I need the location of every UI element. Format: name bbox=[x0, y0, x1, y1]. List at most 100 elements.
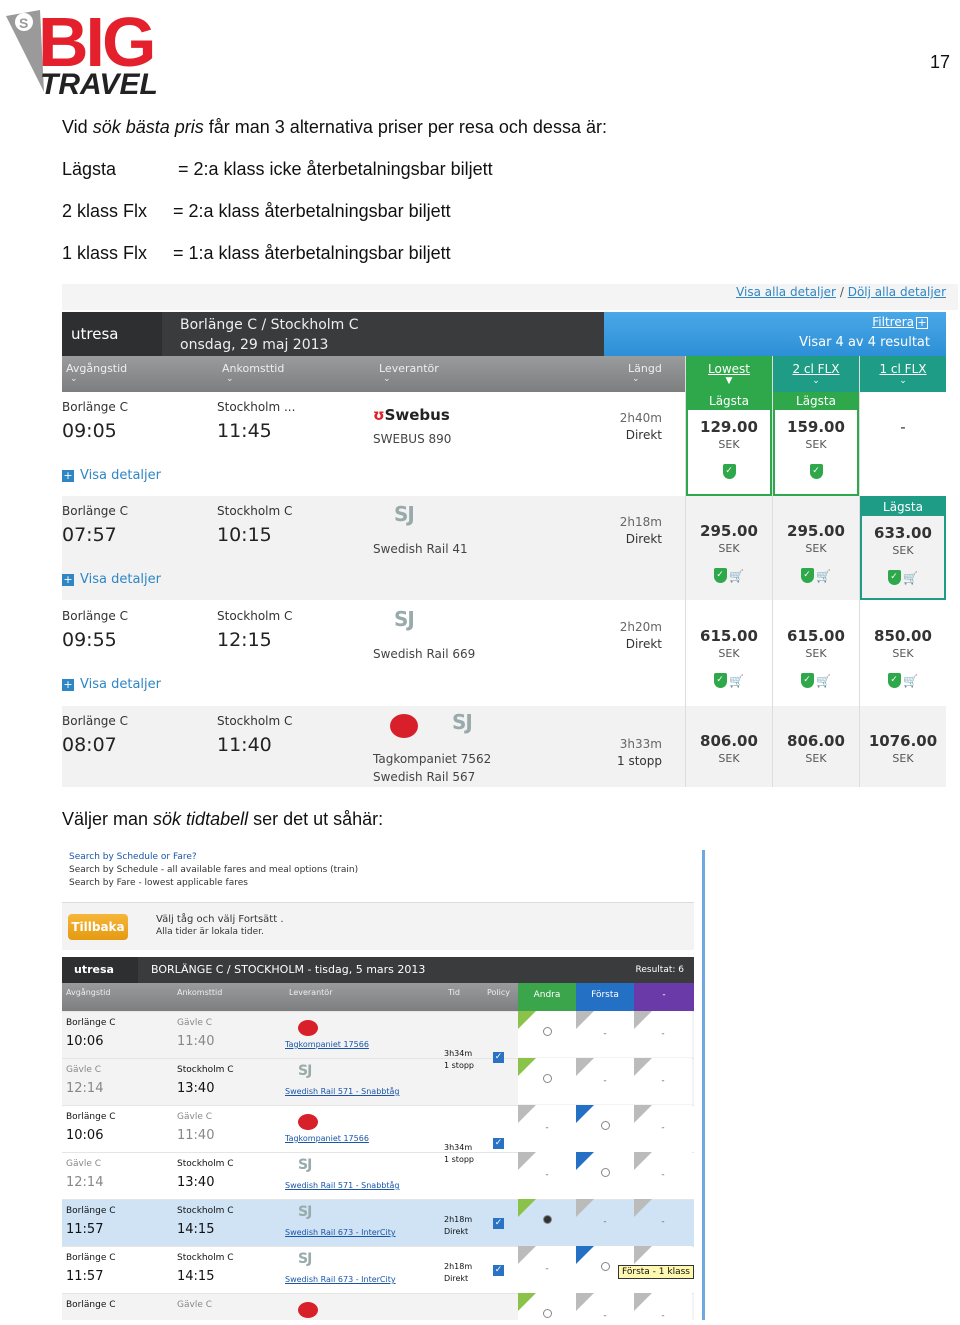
fare-cell[interactable]: 295.00 SEK ✓ 🛒 bbox=[686, 496, 772, 600]
fare-cell[interactable]: - bbox=[634, 1293, 692, 1320]
fare-corner-marker bbox=[518, 1058, 536, 1076]
page-number: 17 bbox=[930, 52, 951, 72]
fare-col-1cl-flx[interactable]: 1 cl FLX ⌄ bbox=[860, 356, 946, 392]
fare-cell[interactable]: - bbox=[576, 1011, 634, 1057]
fare-corner-marker bbox=[634, 1293, 652, 1311]
fare-cell[interactable]: 615.00 SEK ✓ 🛒 bbox=[686, 601, 772, 705]
fare-col-other[interactable]: - bbox=[634, 983, 694, 1011]
fare-radio bbox=[542, 1074, 552, 1083]
filter-button[interactable]: Filtrera + bbox=[872, 315, 928, 329]
journey-row[interactable]: Borlänge C 09:55 Stockholm C 12:15 SJ Swed… bbox=[62, 601, 946, 705]
def-text: = 2:a klass återbetalningsbar biljett bbox=[173, 201, 451, 221]
fare-cell[interactable]: 295.00 SEK ✓ 🛒 bbox=[773, 496, 859, 600]
sort-arr-time[interactable]: Ankomsttid ⌄ bbox=[222, 362, 284, 384]
fare-col-lowest[interactable]: Lowest ▼ bbox=[686, 356, 772, 392]
best-price-screenshot: Visa alla detaljer / Dölj alla detaljer … bbox=[62, 284, 958, 787]
big-travel-logo: S BIG TRAVEL bbox=[4, 2, 176, 101]
fare-corner-marker bbox=[634, 1105, 652, 1123]
fare-radio bbox=[542, 1215, 552, 1224]
fare-cell[interactable]: - bbox=[576, 1058, 634, 1104]
fare-cell[interactable] bbox=[518, 1011, 576, 1057]
fare-cell[interactable]: 806.00 SEK bbox=[773, 706, 859, 787]
show-all-details-link[interactable]: Visa alla detaljer bbox=[736, 285, 836, 299]
show-details-link[interactable]: + Visa detaljer bbox=[62, 572, 161, 587]
route-info: Borlänge C / Stockholm Consdag, 29 maj 2… bbox=[180, 317, 359, 353]
policy-checkbox[interactable]: ✓ bbox=[493, 1138, 504, 1149]
fare-cell[interactable]: 1076.00 SEK bbox=[860, 706, 946, 787]
fare-cell[interactable]: - bbox=[634, 1105, 692, 1151]
column-headers: Avgångstid ⌄ Ankomsttid ⌄ Leverantör ⌄ Läng… bbox=[62, 356, 946, 392]
fare-corner-marker bbox=[576, 1011, 594, 1029]
fare-cell[interactable]: Lägsta 129.00 SEK ✓ bbox=[686, 392, 772, 496]
direction-label: utresa bbox=[62, 312, 162, 356]
fare-cell[interactable]: - bbox=[634, 1011, 692, 1057]
fare-cell[interactable]: - bbox=[518, 1152, 576, 1198]
sort-arr-time[interactable]: Ankomsttid bbox=[177, 988, 222, 997]
sort-dep-time[interactable]: Avgångstid bbox=[66, 988, 110, 997]
cart-icon: 🛒 bbox=[816, 568, 831, 583]
dash: - bbox=[603, 1076, 607, 1086]
svg-text:S: S bbox=[19, 15, 28, 31]
plus-icon: + bbox=[916, 316, 928, 329]
fare-radio bbox=[600, 1168, 610, 1177]
fare-cell[interactable]: 806.00 SEK bbox=[686, 706, 772, 787]
fare-cell[interactable]: 850.00 SEK ✓ 🛒 bbox=[860, 601, 946, 705]
fare-corner-marker bbox=[634, 1152, 652, 1170]
fare-cell[interactable]: - bbox=[576, 1293, 634, 1320]
fare-corner-marker bbox=[518, 1293, 536, 1311]
show-details-link[interactable]: + Visa detaljer bbox=[62, 468, 161, 483]
sort-supplier[interactable]: Leverantör ⌄ bbox=[379, 362, 439, 384]
shield-icon: ✓ bbox=[809, 464, 823, 479]
plus-icon: + bbox=[62, 469, 74, 482]
sj-logo: SJ bbox=[452, 710, 473, 734]
fare-corner-marker bbox=[518, 1011, 536, 1029]
fare-radio bbox=[542, 1027, 552, 1036]
svg-text:TRAVEL: TRAVEL bbox=[40, 68, 158, 96]
fare-col-andra[interactable]: Andra bbox=[518, 983, 576, 1011]
shield-icon: ✓ bbox=[722, 464, 736, 479]
fare-col-2cl-flx[interactable]: 2 cl FLX ⌄ bbox=[773, 356, 859, 392]
fare-cell[interactable]: - bbox=[634, 1199, 692, 1245]
dash: - bbox=[603, 1029, 607, 1039]
fare-cell[interactable]: 615.00 SEK ✓ 🛒 bbox=[773, 601, 859, 705]
policy-checkbox[interactable]: ✓ bbox=[493, 1052, 504, 1063]
fare-cell[interactable]: - bbox=[634, 1152, 692, 1198]
policy-checkbox[interactable]: ✓ bbox=[493, 1265, 504, 1276]
dash: - bbox=[661, 1123, 665, 1133]
def-text: = 1:a klass återbetalningsbar biljett bbox=[173, 243, 451, 263]
fare-cell[interactable]: Lägsta 633.00 SEK ✓ 🛒 bbox=[860, 496, 946, 600]
fare-corner-marker bbox=[634, 1058, 652, 1076]
sort-length[interactable]: Längd ⌄ bbox=[628, 362, 662, 384]
fare-col-forsta[interactable]: Första bbox=[576, 983, 634, 1011]
fare-cell[interactable]: Lägsta 159.00 SEK ✓ bbox=[773, 392, 859, 496]
journey-row[interactable]: Borlänge C 07:57 Stockholm C 10:15 SJ Swed… bbox=[62, 496, 946, 600]
fare-cell[interactable] bbox=[576, 1152, 634, 1198]
fare-cell[interactable]: - bbox=[576, 1199, 634, 1245]
sort-time[interactable]: Tid bbox=[448, 988, 460, 997]
fare-cell[interactable]: - bbox=[518, 1246, 576, 1292]
tagkompaniet-logo bbox=[298, 1114, 318, 1130]
dash: - bbox=[603, 1311, 607, 1320]
hide-all-details-link[interactable]: Dölj alla detaljer bbox=[848, 285, 946, 299]
policy-checkbox[interactable]: ✓ bbox=[493, 1218, 504, 1229]
back-button[interactable]: Tillbaka bbox=[68, 914, 128, 940]
fare-cell[interactable] bbox=[576, 1105, 634, 1151]
journey-row[interactable]: Borlänge C 08:07 Stockholm C 11:40 SJ Tagk… bbox=[62, 706, 946, 787]
fare-cell[interactable]: - bbox=[518, 1105, 576, 1151]
sj-logo: SJ bbox=[298, 1251, 312, 1267]
results-header: utresa Borlänge C / Stockholm Consdag, 2… bbox=[62, 312, 946, 356]
detail-links: Visa alla detaljer / Dölj alla detaljer bbox=[736, 285, 946, 299]
fare-cell[interactable] bbox=[518, 1199, 576, 1245]
fare-cell[interactable]: - bbox=[634, 1058, 692, 1104]
journey-row[interactable]: Borlänge C 09:05 Stockholm ... 11:45 ʊSweb… bbox=[62, 392, 946, 496]
sort-dep-time[interactable]: Avgångstid ⌄ bbox=[66, 362, 127, 384]
shield-icon: ✓ bbox=[713, 568, 727, 583]
fare-cell[interactable] bbox=[518, 1058, 576, 1104]
shield-icon: ✓ bbox=[887, 673, 901, 688]
sort-supplier[interactable]: Leverantör bbox=[289, 988, 332, 997]
swebus-logo: ʊSwebus bbox=[373, 406, 450, 424]
fare-corner-marker bbox=[634, 1011, 652, 1029]
fare-cell[interactable] bbox=[518, 1293, 576, 1320]
show-details-link[interactable]: + Visa detaljer bbox=[62, 677, 161, 692]
sort-policy[interactable]: Policy bbox=[487, 988, 510, 997]
